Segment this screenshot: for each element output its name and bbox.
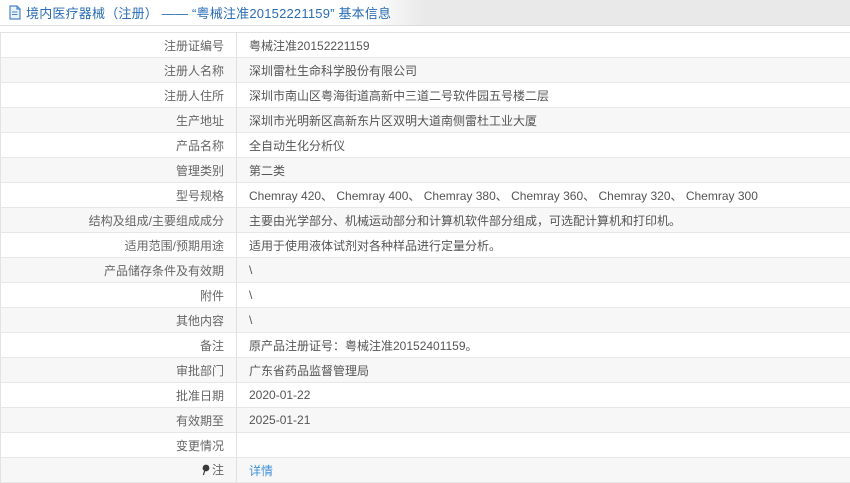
row-label: 管理类别 <box>0 157 237 183</box>
table-row: 有效期至 2025-01-21 <box>0 407 850 433</box>
row-value: 详情 <box>236 457 850 483</box>
pin-icon <box>201 464 210 479</box>
registration-info-table: 注册证编号 粤械注准20152221159 注册人名称 深圳雷杜生命科学股份有限公司注… <box>0 32 850 483</box>
row-value: 深圳雷杜生命科学股份有限公司 <box>236 57 850 83</box>
table-row: 附件 \ <box>0 282 850 308</box>
table-row: 管理类别 第二类 <box>0 157 850 183</box>
table-row: 备注 原产品注册证号：粤械注准20152401159。 <box>0 332 850 358</box>
row-value <box>236 432 850 458</box>
row-value: 适用于使用液体试剂对各种样品进行定量分析。 <box>236 232 850 258</box>
row-label: 有效期至 <box>0 407 237 433</box>
page-title: 境内医疗器械（注册） —— “粤械注准20152221159” 基本信息 <box>26 6 392 21</box>
table-row: 批准日期 2020-01-22 <box>0 382 850 408</box>
row-value: 深圳市光明新区高新东片区双明大道南侧雷杜工业大厦 <box>236 107 850 133</box>
row-label: 注册证编号 <box>0 32 237 58</box>
table-row: 生产地址 深圳市光明新区高新东片区双明大道南侧雷杜工业大厦 <box>0 107 850 133</box>
row-label: 批准日期 <box>0 382 237 408</box>
table-row: 产品名称 全自动生化分析仪 <box>0 132 850 158</box>
row-label: 其他内容 <box>0 307 237 333</box>
table-row: 注册人住所 深圳市南山区粤海街道高新中三道二号软件园五号楼二层 <box>0 82 850 108</box>
table-row: 其他内容 \ <box>0 307 850 333</box>
row-label: 审批部门 <box>0 357 237 383</box>
row-label: 生产地址 <box>0 107 237 133</box>
row-value: 2020-01-22 <box>236 382 850 408</box>
document-icon <box>8 5 21 20</box>
row-value: 第二类 <box>236 157 850 183</box>
table-row: 型号规格 Chemray 420、 Chemray 400、 Chemray 38… <box>0 182 850 208</box>
row-value: 2025-01-21 <box>236 407 850 433</box>
row-label: 型号规格 <box>0 182 237 208</box>
row-label: 结构及组成/主要组成成分 <box>0 207 237 233</box>
row-label: 附件 <box>0 282 237 308</box>
page-header: 境内医疗器械（注册） —— “粤械注准20152221159” 基本信息 <box>0 0 850 26</box>
row-value: \ <box>236 257 850 283</box>
table-row: 注详情 <box>0 457 850 483</box>
row-label: 产品名称 <box>0 132 237 158</box>
table-row: 产品储存条件及有效期 \ <box>0 257 850 283</box>
note-details-link[interactable]: 详情 <box>249 464 273 478</box>
row-label: 注册人名称 <box>0 57 237 83</box>
row-label: 备注 <box>0 332 237 358</box>
row-label: 注 <box>0 457 237 483</box>
row-value: 全自动生化分析仪 <box>236 132 850 158</box>
row-label: 注册人住所 <box>0 82 237 108</box>
row-value: \ <box>236 307 850 333</box>
row-value: 广东省药品监督管理局 <box>236 357 850 383</box>
row-label: 变更情况 <box>0 432 237 458</box>
table-row: 适用范围/预期用途 适用于使用液体试剂对各种样品进行定量分析。 <box>0 232 850 258</box>
row-value: Chemray 420、 Chemray 400、 Chemray 380、 C… <box>236 182 850 208</box>
table-row: 注册证编号 粤械注准20152221159 <box>0 32 850 58</box>
table-row: 结构及组成/主要组成成分 主要由光学部分、机械运动部分和计算机软件部分组成，可选配… <box>0 207 850 233</box>
row-value: 粤械注准20152221159 <box>236 32 850 58</box>
table-row: 变更情况 <box>0 432 850 458</box>
row-label: 适用范围/预期用途 <box>0 232 237 258</box>
row-value: 主要由光学部分、机械运动部分和计算机软件部分组成，可选配计算机和打印机。 <box>236 207 850 233</box>
table-row: 注册人名称 深圳雷杜生命科学股份有限公司 <box>0 57 850 83</box>
row-label: 产品储存条件及有效期 <box>0 257 237 283</box>
row-value: 深圳市南山区粤海街道高新中三道二号软件园五号楼二层 <box>236 82 850 108</box>
row-value: \ <box>236 282 850 308</box>
table-row: 审批部门 广东省药品监督管理局 <box>0 357 850 383</box>
row-value: 原产品注册证号：粤械注准20152401159。 <box>236 332 850 358</box>
